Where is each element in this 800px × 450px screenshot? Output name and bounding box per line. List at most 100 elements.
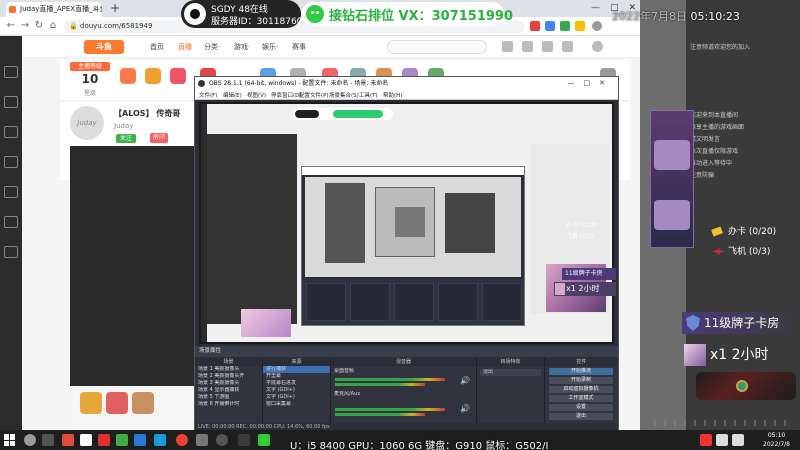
windows-start-icon[interactable] — [4, 434, 16, 446]
follow-icon[interactable] — [522, 41, 533, 52]
scene-item[interactable]: 场景 4 显示器捕获 — [195, 387, 262, 394]
settings-button[interactable]: 设置 — [549, 404, 613, 411]
history-icon[interactable] — [502, 41, 513, 52]
menu-view[interactable]: 视图(V) — [247, 91, 266, 99]
avatar[interactable] — [592, 41, 603, 52]
app-icon[interactable] — [80, 434, 92, 446]
volume-slider[interactable] — [335, 413, 425, 416]
menu-help[interactable]: 帮助(H) — [383, 91, 402, 99]
menu-profile[interactable]: 配置文件(P) — [299, 91, 329, 99]
chrome-icon[interactable] — [176, 434, 188, 446]
edge-icon[interactable] — [134, 434, 146, 446]
rail-item-icon[interactable] — [4, 216, 18, 228]
streamer-avatar[interactable]: Juday — [70, 106, 104, 140]
exit-button[interactable]: 退出 — [549, 413, 613, 420]
app-icon[interactable] — [62, 434, 74, 446]
source-item[interactable]: 窗口采集幕 — [263, 401, 330, 408]
tray-icon[interactable] — [716, 434, 728, 446]
obs-window-controls[interactable]: —□✕ — [568, 77, 614, 90]
douyu-logo[interactable]: 斗鱼 — [84, 40, 124, 54]
download-icon[interactable] — [562, 41, 573, 52]
profile-avatar-icon[interactable] — [592, 21, 602, 31]
activity-icon[interactable] — [170, 68, 186, 84]
scene-item[interactable]: 场景 5 下游图 — [195, 394, 262, 401]
source-item[interactable]: 文字 (GDI+) — [263, 394, 330, 401]
scene-item[interactable]: 场景 2 美颜摄像头开 — [195, 373, 262, 380]
follow-button[interactable]: 关注 — [116, 134, 136, 143]
source-item[interactable]: 进行捕获 — [263, 366, 330, 373]
nav-live[interactable]: 直播 — [178, 42, 192, 52]
start-streaming-button[interactable]: 开始推流 — [549, 368, 613, 375]
recursive-capture — [201, 104, 612, 342]
speaker-icon[interactable]: 🔊 — [460, 404, 470, 413]
menu-tools[interactable]: 工具(T) — [359, 91, 378, 99]
source-item[interactable]: 文字 (GDI+) — [263, 387, 330, 394]
task-view-icon[interactable] — [42, 434, 54, 446]
rail-item-icon[interactable] — [4, 156, 18, 168]
back-button[interactable]: ← — [4, 19, 18, 33]
room-button[interactable]: 房间 — [150, 133, 169, 143]
volume-icon[interactable] — [732, 434, 744, 446]
app-icon[interactable] — [258, 434, 270, 446]
app-icon[interactable] — [196, 434, 208, 446]
gift-icon[interactable] — [132, 392, 154, 414]
source-item[interactable]: 平底幕右进发 — [263, 380, 330, 387]
nav-esports[interactable]: 赛事 — [292, 42, 306, 52]
extension-icon[interactable] — [530, 21, 540, 31]
nav-entertainment[interactable]: 娱乐· — [262, 42, 278, 52]
app-icon[interactable] — [238, 434, 250, 446]
nav-games[interactable]: 游戏· — [234, 42, 250, 52]
menu-file[interactable]: 文件(F) — [199, 91, 217, 99]
plane-quota-nested: 飞机 (0/3) — [566, 231, 594, 240]
virtual-camera-button[interactable]: 启动虚拟摄像机 — [549, 386, 613, 393]
tray-icon[interactable] — [700, 434, 712, 446]
scene-properties-bar: 场景属性 — [195, 346, 618, 357]
taskbar-clock[interactable]: 05:10 2022/7/8 — [763, 431, 790, 449]
rail-item-icon[interactable] — [4, 246, 18, 258]
home-button[interactable]: ⌂ — [46, 19, 60, 33]
scene-item[interactable]: 场景 3 美颜摄像头 — [195, 380, 262, 387]
message-icon[interactable] — [542, 41, 553, 52]
rail-item-icon[interactable] — [4, 96, 18, 108]
forward-button[interactable]: → — [18, 19, 32, 33]
streamer-name[interactable]: Juday — [114, 122, 133, 130]
source-item[interactable]: 开里幕 — [263, 373, 330, 380]
nav-home[interactable]: 首页 — [150, 42, 164, 52]
menu-scene-collection[interactable]: 场景集合(S) — [329, 91, 359, 99]
app-icon[interactable] — [154, 434, 166, 446]
gift-icon[interactable] — [145, 68, 161, 84]
app-icon[interactable] — [98, 434, 110, 446]
rail-item-icon[interactable] — [4, 186, 18, 198]
studio-mode-button[interactable]: 工作室模式 — [549, 395, 613, 402]
extension-icon[interactable] — [560, 21, 570, 31]
obs-preview[interactable] — [199, 102, 614, 344]
scene-item[interactable]: 场景 6 开播倒计时 — [195, 401, 262, 408]
menu-edit[interactable]: 编辑(E) — [223, 91, 242, 99]
browser-tab[interactable]: Juday直播_APEX直播_斗鱼直播 × — [6, 2, 102, 17]
search-icon[interactable] — [24, 434, 36, 446]
speaker-icon[interactable]: 🔊 — [460, 376, 470, 385]
app-icon[interactable] — [116, 434, 128, 446]
new-tab-button[interactable]: + — [108, 1, 122, 15]
gift-icon[interactable] — [106, 392, 128, 414]
minimize-button[interactable]: — — [591, 0, 600, 17]
task-icon[interactable] — [120, 68, 136, 84]
extension-icon[interactable] — [545, 21, 555, 31]
rail-item-icon[interactable] — [4, 126, 18, 138]
transition-select[interactable]: 淡出 — [480, 369, 541, 376]
nested-obs — [301, 166, 525, 326]
obs-icon[interactable] — [216, 434, 228, 446]
close-tab-icon[interactable]: × — [92, 2, 98, 17]
timer-text-small: x1 2小时 — [566, 284, 600, 293]
gift-icon[interactable] — [80, 392, 102, 414]
ticket-icon — [711, 226, 723, 237]
menu-docks[interactable]: 停靠窗口(D) — [271, 91, 302, 99]
nav-category[interactable]: 分类· — [204, 42, 220, 52]
search-input[interactable] — [387, 40, 487, 54]
extension-icon[interactable] — [575, 21, 585, 31]
reload-button[interactable]: ↻ — [32, 19, 46, 33]
start-recording-button[interactable]: 开始录制 — [549, 377, 613, 384]
volume-slider[interactable] — [335, 383, 425, 386]
rail-item-icon[interactable] — [4, 66, 18, 78]
scene-item[interactable]: 场景 1 美颜摄像头 — [195, 366, 262, 373]
